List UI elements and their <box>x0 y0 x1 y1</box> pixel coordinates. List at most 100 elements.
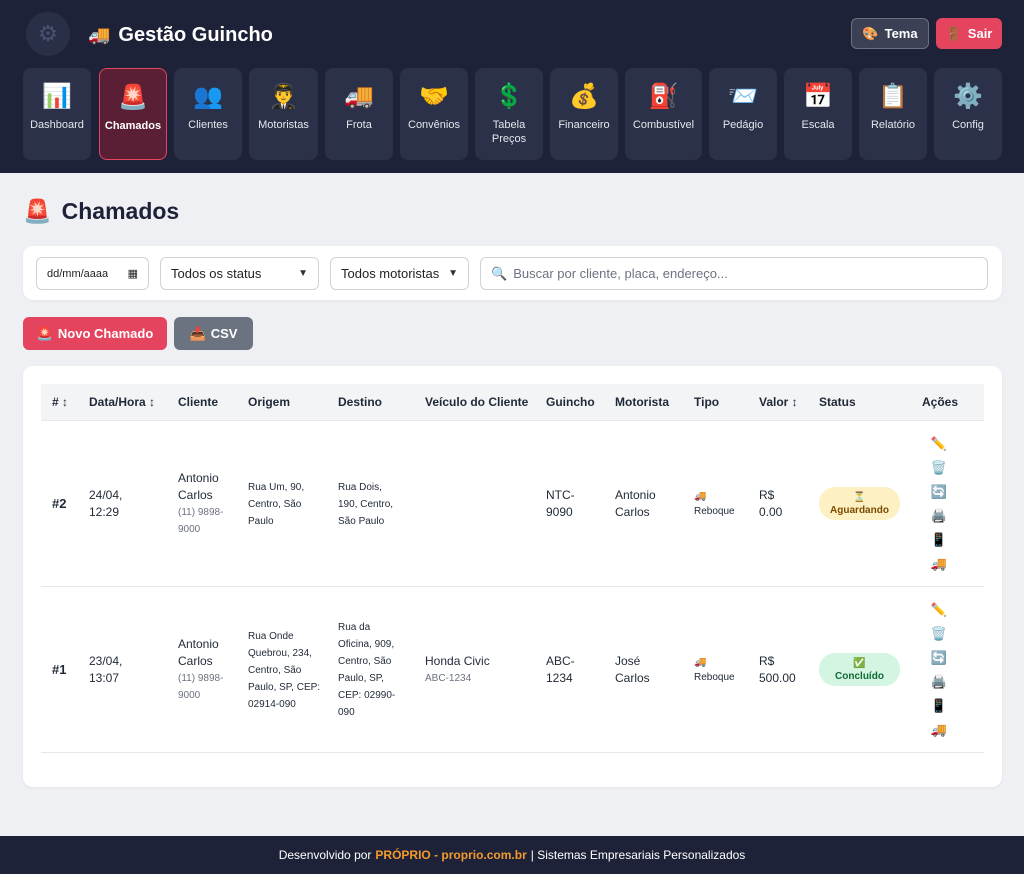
calls-table-card: # ↕ Data/Hora ↕ Cliente Origem Destino V… <box>23 366 1002 787</box>
date-filter-input[interactable]: dd/mm/aaaa ▦ <box>36 257 149 290</box>
call-date: 24/04, <box>89 488 123 502</box>
driver-filter-select[interactable]: Todos motoristas ▼ <box>330 257 469 290</box>
delete-icon[interactable]: 🗑️ <box>931 625 947 643</box>
phone-icon[interactable]: 📱 <box>931 697 947 715</box>
tow-truck-cell: ABC- 1234 <box>546 653 575 687</box>
nav-item-label: Combustível <box>632 119 695 131</box>
col-header-value[interactable]: Valor ↕ <box>759 384 798 421</box>
print-icon[interactable]: 🖨️ <box>931 507 947 525</box>
new-call-button[interactable]: 🚨 Novo Chamado <box>23 317 167 350</box>
origem-line: Rua Um, 90, <box>248 481 305 493</box>
nav-item-financeiro[interactable]: 💰 Financeiro <box>550 68 618 160</box>
delete-icon[interactable]: 🗑️ <box>931 459 947 477</box>
col-header-datetime[interactable]: Data/Hora ↕ <box>89 384 155 421</box>
client-name-line: Antonio <box>178 637 219 651</box>
nav-item-config[interactable]: ⚙️ Config <box>934 68 1002 160</box>
status-filter-value: Todos os status <box>171 266 262 281</box>
col-header-tow: Guincho <box>546 395 595 409</box>
app-brand: 🚚 Gestão Guincho <box>88 22 273 48</box>
config-icon: ⚙️ <box>953 83 983 110</box>
nav-item-pedagio[interactable]: 📨 Pedágio <box>709 68 777 160</box>
app-header: ⚙ 🚚 Gestão Guincho 🎨 Tema 🚪 Sair 📊 Dashbo… <box>0 0 1024 173</box>
nav-item-clientes[interactable]: 👥 Clientes <box>174 68 242 160</box>
status-filter-select[interactable]: Todos os status ▼ <box>160 257 319 290</box>
nav-item-dashboard[interactable]: 📊 Dashboard <box>23 68 91 160</box>
value-amount: 0.00 <box>759 505 783 519</box>
col-header-driver: Motorista <box>615 395 669 409</box>
refresh-icon[interactable]: 🔄 <box>931 649 947 667</box>
nav-item-label: Convênios <box>408 119 460 131</box>
tow-plate-line: NTC- <box>546 488 575 502</box>
value-cell: R$ 500.00 <box>759 653 796 687</box>
table-row: #2 24/04, 12:29 Antonio Carlos (11) 9898- 9000… <box>41 421 984 587</box>
nav-item-chamados[interactable]: 🚨 Chamados <box>99 68 167 160</box>
type-label: Reboque <box>694 506 735 517</box>
currency-label: R$ <box>759 488 775 502</box>
refresh-icon[interactable]: 🔄 <box>931 483 947 501</box>
csv-button-label: CSV <box>210 326 238 341</box>
edit-icon[interactable]: ✏️ <box>931 601 947 619</box>
call-number: #2 <box>52 496 67 511</box>
search-input[interactable]: 🔍 Buscar por cliente, placa, endereço... <box>480 257 988 290</box>
convenios-icon: 🤝 <box>419 83 449 110</box>
vehicle-plate: ABC-1234 <box>425 673 472 684</box>
destino-line: Rua Dois, <box>338 481 382 493</box>
app-title: Gestão Guincho <box>118 23 273 46</box>
client-cell: Antonio Carlos (11) 9898- 9000 <box>178 636 223 704</box>
nav-item-label: Tabela Preços <box>491 119 527 145</box>
destination-cell: Rua da Oficina, 909, Centro, São Paulo, SP,… <box>338 619 395 721</box>
vehicle-cell: Honda Civic ABC-1234 <box>425 653 490 687</box>
origem-line: Quebrou, 234, <box>248 647 312 659</box>
origem-line: Centro, São <box>248 664 302 676</box>
siren-icon: 🚨 <box>23 198 52 224</box>
type-cell: 🚚 Reboque <box>694 655 735 685</box>
nav-item-escala[interactable]: 📅 Escala <box>784 68 852 160</box>
tow-plate-line: 1234 <box>546 671 573 685</box>
nav-item-tabela-precos[interactable]: 💲 Tabela Preços <box>475 68 543 160</box>
csv-export-button[interactable]: 📥 CSV <box>174 317 253 350</box>
theme-button[interactable]: 🎨 Tema <box>851 18 929 49</box>
currency-label: R$ <box>759 654 775 668</box>
destino-line: Paulo, SP, <box>338 673 384 684</box>
col-header-num[interactable]: # ↕ <box>52 384 68 421</box>
page-title: 🚨 Chamados <box>23 198 179 225</box>
destination-cell: Rua Dois, 190, Centro, São Paulo <box>338 479 393 530</box>
status-badge: ⏳ Aguardando <box>819 487 900 520</box>
client-name-line: Carlos <box>178 488 213 502</box>
truck-icon[interactable]: 🚚 <box>931 555 947 573</box>
col-header-origin: Origem <box>248 395 291 409</box>
client-phone-line: 9000 <box>178 524 201 535</box>
truck-icon[interactable]: 🚚 <box>931 721 947 739</box>
financeiro-icon: 💰 <box>569 83 599 110</box>
search-icon: 🔍 <box>491 265 508 281</box>
col-header-vehicle: Veículo do Cliente <box>425 395 529 409</box>
row-actions: ✏️ 🗑️ 🔄 🖨️ 📱 🚚 <box>929 435 949 573</box>
print-icon[interactable]: 🖨️ <box>931 673 947 691</box>
client-phone-line: (11) 9898- <box>178 507 224 518</box>
destino-line: Centro, São <box>338 656 392 667</box>
nav-item-label: Config <box>952 119 984 131</box>
phone-icon[interactable]: 📱 <box>931 531 947 549</box>
nav-item-label: Financeiro <box>558 119 610 131</box>
truck-icon: 🚚 <box>88 24 111 45</box>
theme-button-label: Tema <box>884 26 918 41</box>
edit-icon[interactable]: ✏️ <box>931 435 947 453</box>
tabela-precos-icon: 💲 <box>494 83 524 110</box>
value-amount: 500.00 <box>759 671 796 685</box>
nav-item-combustivel[interactable]: ⛽ Combustível <box>625 68 702 160</box>
call-number: #1 <box>52 662 67 677</box>
footer-brand-link[interactable]: PRÓPRIO - proprio.com.br <box>375 848 526 862</box>
tow-truck-cell: NTC- 9090 <box>546 487 575 521</box>
nav-item-motoristas[interactable]: 👨‍✈️ Motoristas <box>249 68 318 160</box>
filter-bar: dd/mm/aaaa ▦ Todos os status ▼ Todos mot… <box>23 246 1002 300</box>
nav-item-relatorio[interactable]: 📋 Relatório <box>859 68 927 160</box>
logo: ⚙ <box>26 12 70 56</box>
call-time: 13:07 <box>89 671 120 685</box>
frota-icon: 🚚 <box>344 83 374 110</box>
nav-item-frota[interactable]: 🚚 Frota <box>325 68 393 160</box>
nav-item-label: Pedágio <box>722 119 764 131</box>
logout-button[interactable]: 🚪 Sair <box>936 18 1002 49</box>
nav-item-convenios[interactable]: 🤝 Convênios <box>400 68 468 160</box>
footer: Desenvolvido por PRÓPRIO - proprio.com.b… <box>0 836 1024 874</box>
escala-icon: 📅 <box>803 83 833 110</box>
